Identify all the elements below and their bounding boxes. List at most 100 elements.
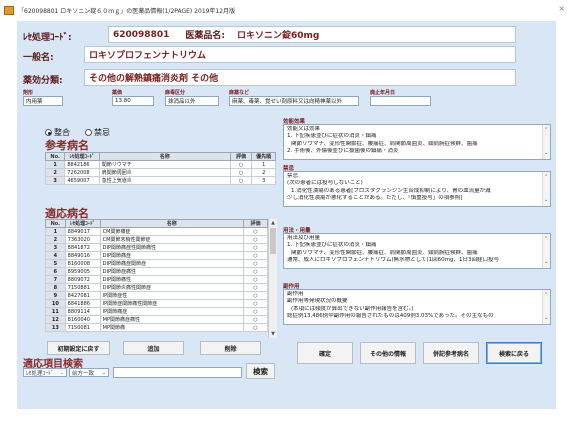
adapted-cell: 12 [45, 315, 66, 324]
adapted-cell: DIP関節症痛性 [99, 267, 244, 276]
search-input[interactable] [113, 367, 242, 378]
type-label: 剤形 [23, 90, 34, 96]
side-lines: 副作用 副作用等発現状況の概要 (本項には頻度が算出できない副作用報告を含む。) 総症… [287, 291, 547, 321]
scroll-thumb[interactable] [270, 228, 276, 254]
adapted-cell: 4 [45, 251, 66, 260]
contra-textbox[interactable]: 禁忌 (次の患者には投与しないこと) 1.消化性潰瘍のある患者[プロスタグランジン生… [283, 171, 551, 207]
table-row[interactable]: 6 8959005 DIP関節症痛性 ○ [45, 267, 269, 276]
adapted-column-header[interactable]: 名称 [99, 219, 244, 228]
scroll-down-icon[interactable]: ▼ [269, 330, 277, 338]
table-row[interactable]: 10 8841886 IP関節症関節痛性関節症 ○ [45, 299, 269, 308]
generic-field[interactable]: ロキソプロフェンナトリウム [84, 46, 516, 63]
adapted-cell: ○ [242, 267, 269, 276]
text-line: 禁忌 [287, 173, 299, 179]
reference-cell: ○ [229, 176, 253, 185]
search-button[interactable]: 検索 [246, 363, 275, 379]
contra-scrollbar[interactable]: ⌃ ⌄ [542, 172, 550, 206]
side-scrollbar[interactable]: ⌃ ⌄ [542, 290, 550, 324]
side-textbox[interactable]: 副作用 副作用等発現状況の概要 (本項には頻度が算出できない副作用報告を含む。) 総症… [283, 289, 551, 325]
table-row[interactable]: 1 8842186 関節リウマチ ○ 1 [44, 160, 276, 169]
scroll-down-icon[interactable]: ⌄ [544, 315, 548, 322]
drug-class-field[interactable]: 抹消品以外 [165, 96, 219, 106]
contra-lines: 禁忌 (次の患者には投与しないこと) 1.消化性潰瘍のある患者[プロスタグランジン生… [287, 173, 547, 203]
table-row[interactable]: 13 7150081 MP関節痛 ○ [45, 323, 269, 332]
category-field[interactable]: その他の解熱鎮痛消炎剤 その他 [84, 69, 516, 86]
reference-cell: 関節リウマチ [98, 160, 231, 169]
scroll-down-icon[interactable]: ⌄ [544, 197, 548, 204]
price-field[interactable]: 13.80 [112, 96, 154, 106]
adapted-cell: DIP関節痛症 [99, 251, 244, 260]
text-line: 副作用等発現状況の概要 [287, 298, 348, 305]
effect-textbox[interactable]: 効能又は効果 1. 下記疾患並びに症状の消炎・鎮痛 関節リウマチ、変形性関節症、腰痛… [283, 124, 551, 160]
adapted-table: No. ﾚｾ処理ｺｰﾄﾞ 名称 評価 1 8849017 CM関節痛症 ○ 2 7363020 C… [45, 219, 269, 332]
scroll-up-icon[interactable]: ⌃ [544, 236, 548, 243]
drug-name-value: ロキソニン錠60mg [236, 31, 320, 41]
adapted-scrollbar[interactable]: ▲ ▼ [268, 219, 277, 338]
adapted-column-header[interactable]: No. [45, 219, 66, 228]
table-row[interactable]: 11 8809114 IP関節痛症 ○ [45, 307, 269, 316]
table-row[interactable]: 3 4659007 急性上気道炎 ○ 3 [44, 176, 276, 185]
table-row[interactable]: 5 8160008 DIP関節痛症関節症 ○ [45, 259, 269, 268]
confirm-button[interactable]: 確定 [297, 342, 353, 364]
adapted-cell: 8849017 [64, 227, 101, 236]
text-line: 用法及び用量 [287, 235, 321, 241]
table-row[interactable]: 2 7363020 CM関節末梢性関節症 ○ [45, 235, 269, 244]
reference-cell: 3 [251, 176, 276, 185]
dosage-scrollbar[interactable]: ⌃ ⌄ [542, 234, 550, 268]
abolish-field[interactable] [370, 96, 431, 106]
delete-button[interactable]: 削除 [200, 341, 261, 355]
reference-cell: ○ [229, 168, 253, 177]
table-row[interactable]: 4 8849016 DIP関節痛症 ○ [45, 251, 269, 260]
reference-cell: ○ [229, 160, 253, 169]
scroll-up-icon[interactable]: ⌃ [544, 292, 548, 299]
table-row[interactable]: 1 8849017 CM関節痛症 ○ [45, 227, 269, 236]
generic-label: 一般名: [23, 53, 54, 63]
ref-disease-button[interactable]: 併記参考病名 [423, 342, 479, 364]
narcotic-field[interactable]: 麻薬、毒薬、覚せい剤原料又は向精神薬以外 [229, 96, 359, 106]
adapted-cell: 9 [45, 291, 66, 300]
title-bar: 「620098801 ロキソニン錠６０ｍｇ」の医薬品情報(1/2PAGE) 20… [0, 0, 573, 20]
scroll-up-icon[interactable]: ▲ [269, 219, 277, 227]
adapted-cell: 8427081 [64, 291, 101, 300]
reference-column-header[interactable]: 名称 [98, 152, 231, 161]
scroll-down-icon[interactable]: ⌄ [544, 259, 548, 266]
type-field[interactable]: 内用薬 [23, 96, 63, 106]
drug-class-label: 麻毒区分 [165, 90, 186, 96]
reference-column-header[interactable]: ﾚｾ処理ｺｰﾄﾞ [64, 152, 100, 161]
adapted-column-header[interactable]: 評価 [242, 219, 269, 228]
table-row[interactable]: 12 8160040 MP関節痛症痛性 ○ [45, 315, 269, 324]
reference-column-header[interactable]: 評価 [229, 152, 253, 161]
adapted-cell: CM関節痛症 [99, 227, 244, 236]
scroll-up-icon[interactable]: ⌃ [544, 127, 548, 134]
table-row[interactable]: 8 7150881 DIP関節炎痛性関節症 ○ [45, 283, 269, 292]
adapted-cell: 8959005 [64, 267, 101, 276]
reference-table: No. ﾚｾ処理ｺｰﾄﾞ 名称 評価 優先順 1 8842186 関節リウマチ ○ 1 2 7262… [44, 152, 276, 185]
table-row[interactable]: 9 8427081 IP関節症性 ○ [45, 291, 269, 300]
back-to-search-button[interactable]: 検索に戻る [486, 342, 542, 364]
scroll-down-icon[interactable]: ⌄ [544, 150, 548, 157]
reference-title: 参考病名 [45, 139, 89, 152]
effect-scrollbar[interactable]: ⌃ ⌄ [542, 125, 550, 159]
reset-button[interactable]: 初期設定に戻す [47, 341, 110, 355]
search-field-select[interactable]: ﾚｾ処理ｺｰﾄﾞ ⌄ [23, 368, 67, 377]
dosage-textbox[interactable]: 用法及び用量 1. 下記疾患並びに症状の消炎・鎮痛 関節リウマチ、変形性関節症、腰痛… [283, 233, 551, 269]
table-row[interactable]: 7 8809072 DIP関節痛性 ○ [45, 275, 269, 284]
adapted-cell: ○ [242, 251, 269, 260]
adapted-cell: 13 [45, 323, 66, 332]
close-icon[interactable]: × [558, 4, 565, 13]
scroll-up-icon[interactable]: ⌃ [544, 174, 548, 181]
adapted-column-header[interactable]: ﾚｾ処理ｺｰﾄﾞ [64, 219, 101, 228]
code-field[interactable]: 620098801 医薬品名: ロキソニン錠60mg [108, 26, 516, 43]
reference-cell: 1 [251, 160, 276, 169]
add-button[interactable]: 追加 [123, 341, 184, 355]
adapted-cell: ○ [242, 323, 269, 332]
reference-column-header[interactable]: No. [44, 152, 66, 161]
search-mode-select[interactable]: 前方一致 ⌄ [69, 368, 109, 377]
reference-column-header[interactable]: 優先順 [251, 152, 276, 161]
reference-cell: 2 [44, 168, 66, 177]
other-info-button[interactable]: その他の情報 [360, 342, 416, 364]
table-row[interactable]: 2 7262008 肩関節周囲炎 ○ 2 [44, 168, 276, 177]
adapted-cell: DIP関節痛症関節症 [99, 259, 244, 268]
table-row[interactable]: 3 8841872 DIP関節痛症性関節痛性 ○ [45, 243, 269, 252]
text-line: (本項には頻度が算出できない副作用報告を含む。) [291, 305, 414, 312]
